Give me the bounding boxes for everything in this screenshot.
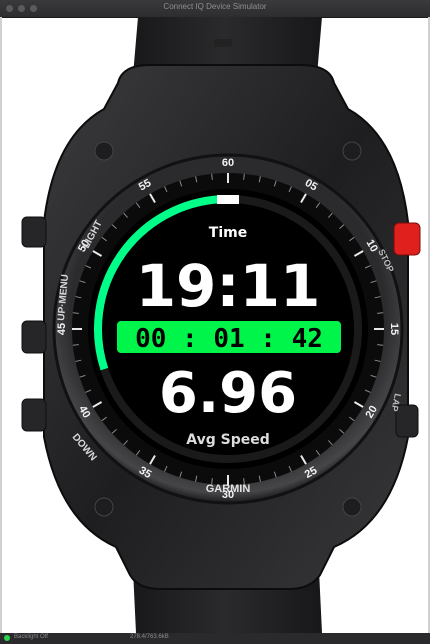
- bezel-tick: [243, 173, 245, 180]
- device-simulator-canvas: 600510152025303540455055 LIGHT UP·MENU D…: [21, 17, 421, 633]
- progress-top-marker: [217, 195, 239, 204]
- backlight-status-text: Backlight Off: [14, 634, 48, 640]
- start-stop-hardware-button[interactable]: [393, 222, 421, 256]
- data-field-value: 6.96: [159, 361, 297, 426]
- simulator-status-bar: Backlight Off 278.4/763.6kB: [0, 633, 430, 644]
- bezel-tick: [377, 344, 384, 346]
- strap-notch: [214, 39, 232, 47]
- window-title: Connect IQ Device Simulator: [163, 2, 267, 11]
- bottom-field-label: Avg Speed: [186, 432, 269, 448]
- brand-logo: GARMIN: [206, 483, 251, 495]
- bezel-numeral-60: 60: [222, 157, 234, 169]
- bezel-numeral-45: 45: [56, 323, 68, 335]
- memory-usage-text: 278.4/763.6kB: [130, 634, 169, 640]
- bezel-tick: [72, 344, 79, 346]
- top-field-label: Time: [209, 225, 247, 241]
- up-menu-hardware-button[interactable]: [21, 320, 47, 354]
- bezel-screw-top-right: [342, 141, 362, 161]
- bezel-tick: [72, 312, 79, 314]
- bezel-tick: [211, 173, 213, 180]
- bezel-tick: [377, 312, 384, 314]
- light-hardware-button[interactable]: [21, 216, 47, 248]
- timer-display: 00 : 01 : 42: [135, 324, 323, 354]
- bezel-screw-top-left: [94, 141, 114, 161]
- time-display: 19:11: [136, 252, 321, 320]
- backlight-status-dot: [4, 635, 10, 641]
- bezel-screw-bottom-right: [342, 497, 362, 517]
- bezel-screw-bottom-left: [94, 497, 114, 517]
- down-hardware-button[interactable]: [21, 398, 47, 432]
- window-titlebar: Connect IQ Device Simulator: [0, 0, 430, 18]
- bezel-numeral-15: 15: [388, 323, 400, 335]
